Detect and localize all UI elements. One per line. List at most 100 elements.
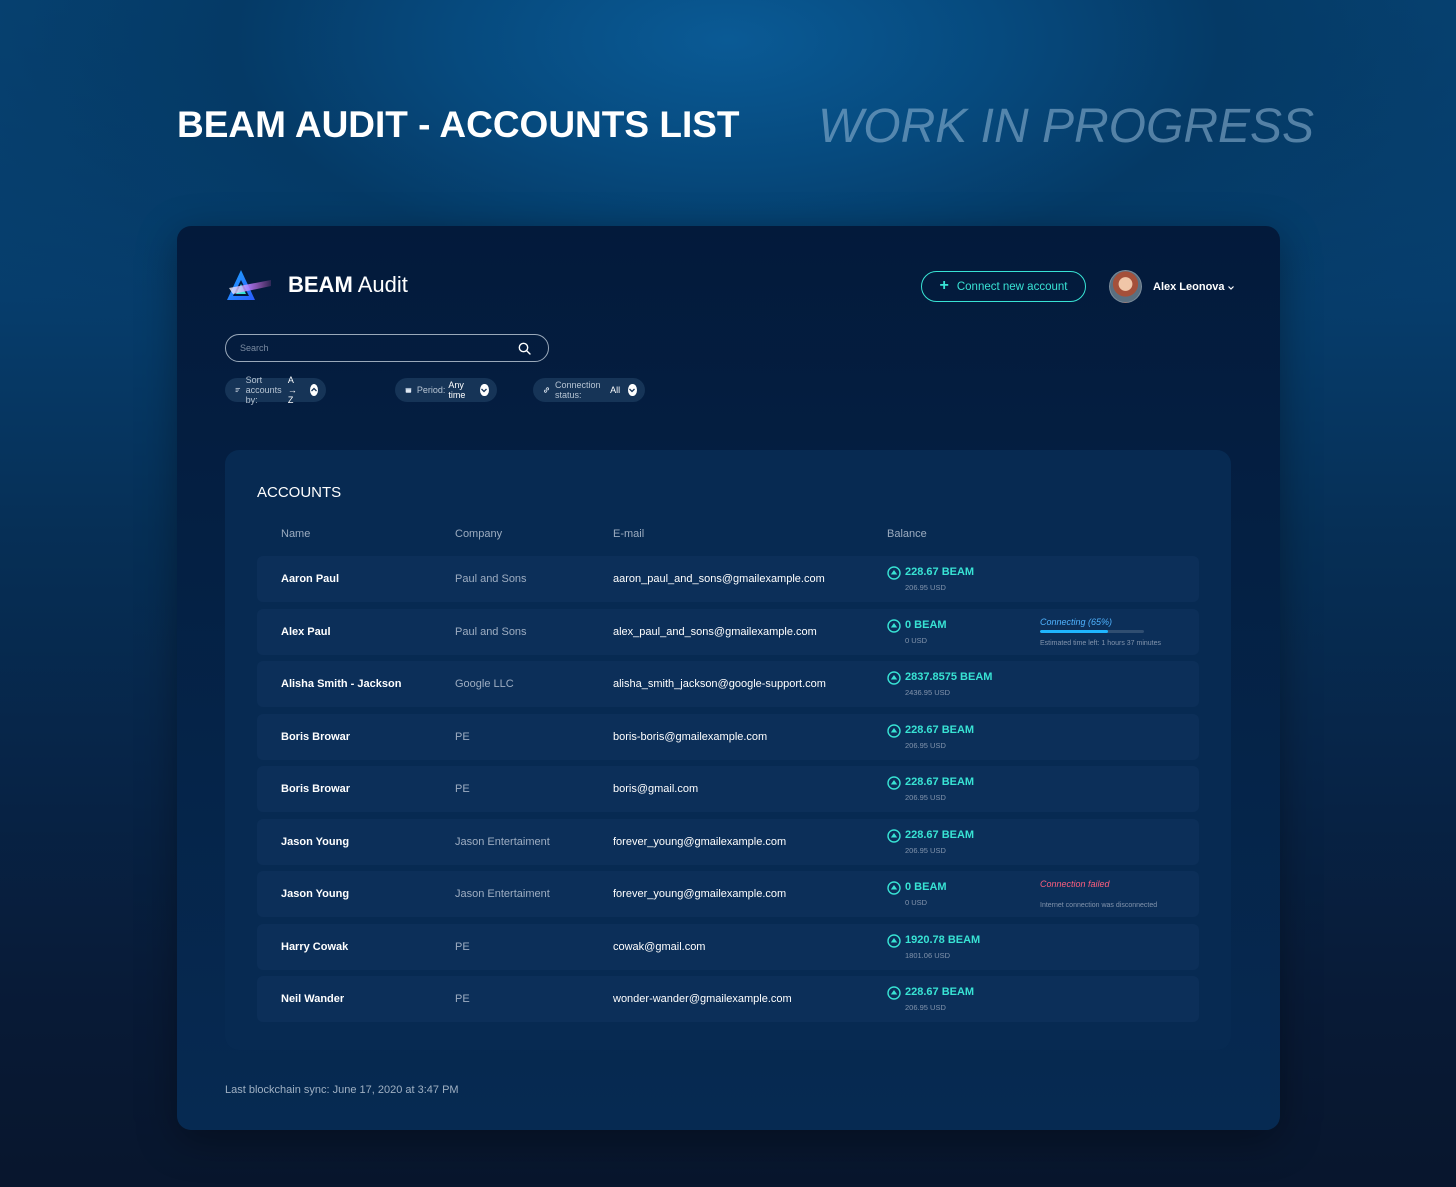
account-email: forever_young@gmailexample.com (613, 835, 787, 848)
account-name: Aaron Paul (281, 573, 340, 585)
account-email: forever_young@gmailexample.com (613, 888, 787, 900)
accounts-panel: ACCOUNTS Name Company E-mail Balance Aar… (225, 450, 1231, 1050)
account-company: PE (455, 783, 470, 795)
account-name: Neil Wander (281, 993, 345, 1005)
balance-beam: 0 BEAM (905, 618, 947, 631)
chevron-down-icon[interactable] (1227, 284, 1235, 292)
table-row[interactable]: Boris Browar PE boris-boris@gmailexample.c… (257, 713, 1199, 760)
balance-usd: 206.95 USD (905, 740, 946, 750)
account-name: Alisha Smith - Jackson (281, 678, 402, 690)
account-company: Jason Entertaiment (455, 888, 550, 900)
brand-name-light: Audit (357, 272, 408, 297)
table-row[interactable]: Harry Cowak PE cowak@gmail.com 1920.78 BEAM… (257, 923, 1199, 970)
beam-coin-icon (887, 671, 901, 685)
account-name: Alex Paul (281, 625, 331, 638)
account-name: Harry Cowak (281, 940, 349, 953)
connection-status-filter-value: All (610, 385, 621, 395)
table-row[interactable]: Jason Young Jason Entertaiment forever_you… (257, 871, 1199, 917)
balance-beam: 0 BEAM (905, 881, 947, 893)
table-row[interactable]: Alisha Smith - Jackson Google LLC alisha_s… (257, 661, 1199, 707)
beam-coin-icon (887, 723, 901, 738)
sort-filter-label: Sort accounts by: (245, 375, 282, 405)
connection-status-note: Internet connection was disconnected (1040, 902, 1158, 909)
account-email: wonder-wander@gmailexample.com (613, 993, 792, 1005)
account-company: Paul and Sons (455, 625, 527, 638)
beam-coin-icon (887, 828, 901, 843)
account-company: PE (455, 993, 470, 1005)
page-title: BEAM AUDIT - ACCOUNTS LIST (177, 104, 740, 145)
connect-new-account-button[interactable]: + Connect new account (921, 271, 1086, 302)
avatar[interactable] (1109, 270, 1142, 303)
balance-beam: 228.67 BEAM (905, 776, 975, 788)
calendar-icon (405, 387, 412, 393)
beam-coin-icon (887, 986, 901, 1000)
beam-logo-icon (227, 270, 271, 300)
sort-icon (235, 387, 241, 393)
account-company: PE (455, 730, 470, 743)
account-company: Paul and Sons (455, 573, 527, 585)
account-name: Jason Young (281, 888, 350, 900)
balance-usd: 206.95 USD (905, 845, 946, 855)
beam-coin-icon (887, 618, 901, 633)
work-in-progress-label: WORK IN PROGRESS (818, 100, 1315, 153)
connection-status-filter-chip[interactable]: Connection status: All (533, 378, 645, 402)
connection-status-title: Connection failed (1040, 879, 1110, 889)
brand-name: BEAM Audit (288, 272, 408, 298)
account-email: alex_paul_and_sons@gmailexample.com (613, 625, 817, 638)
connection-progress-fill (1040, 629, 1108, 633)
account-email: alisha_smith_jackson@google-support.com (613, 678, 826, 690)
beam-coin-icon (887, 566, 901, 580)
balance-usd: 206.95 USD (905, 793, 946, 802)
balance-usd: 206.95 USD (905, 583, 946, 592)
plus-icon: + (939, 276, 949, 294)
period-filter-value: Any time (448, 380, 466, 400)
connection-status-note: Estimated time left: 1 hours 37 minutes (1040, 639, 1161, 647)
table-row[interactable]: Boris Browar PE boris@gmail.com 228.67 BEAM… (257, 766, 1199, 812)
balance-usd: 1801.06 USD (905, 950, 951, 960)
table-row[interactable]: Jason Young Jason Entertaiment forever_you… (257, 818, 1199, 865)
account-company: Jason Entertaiment (455, 835, 550, 848)
table-row[interactable]: Alex Paul Paul and Sons alex_paul_and_sons… (257, 608, 1199, 655)
link-icon (543, 387, 550, 393)
table-row[interactable]: Aaron Paul Paul and Sons aaron_paul_and_so… (257, 556, 1199, 602)
user-name[interactable]: Alex Leonova (1153, 281, 1225, 293)
connection-status-filter-label: Connection status: (555, 380, 601, 400)
balance-usd: 0 USD (905, 635, 928, 645)
chevron-down-icon (480, 384, 489, 396)
sort-filter-chip[interactable]: Sort accounts by: A → Z (225, 375, 327, 405)
app-window: BEAM Audit + Connect new account Alex Le… (177, 226, 1280, 1130)
beam-coin-icon (887, 776, 901, 790)
period-filter-chip[interactable]: Period: Any time (395, 378, 497, 402)
account-name: Jason Young (281, 835, 350, 848)
account-email: aaron_paul_and_sons@gmailexample.com (613, 573, 825, 585)
connection-progress-bar (1040, 629, 1144, 633)
beam-coin-icon (887, 881, 901, 895)
column-header-balance[interactable]: Balance (887, 528, 927, 540)
brand-name-bold: BEAM (288, 272, 353, 297)
column-header-name[interactable]: Name (281, 528, 310, 540)
balance-beam: 1920.78 BEAM (905, 933, 981, 946)
account-email: boris-boris@gmailexample.com (613, 730, 768, 743)
period-filter-label: Period: (416, 385, 446, 395)
balance-usd: 2436.95 USD (905, 688, 951, 697)
accounts-title: ACCOUNTS (257, 484, 342, 501)
account-name: Boris Browar (281, 783, 351, 795)
balance-beam: 228.67 BEAM (905, 566, 975, 578)
column-header-email[interactable]: E-mail (613, 528, 644, 540)
balance-beam: 228.67 BEAM (905, 986, 975, 998)
balance-usd: 0 USD (905, 898, 928, 907)
account-name: Boris Browar (281, 730, 351, 743)
chevron-down-icon (628, 384, 637, 396)
search-icon[interactable] (518, 342, 531, 355)
connection-status-title: Connecting (65%) (1040, 616, 1113, 627)
table-row[interactable]: Neil Wander PE wonder-wander@gmailexample.… (257, 976, 1199, 1022)
chevron-up-icon (310, 384, 319, 396)
balance-usd: 206.95 USD (905, 1003, 946, 1012)
sort-filter-value: A → Z (287, 375, 297, 405)
balance-beam: 228.67 BEAM (905, 828, 975, 841)
last-sync-text: Last blockchain sync: June 17, 2020 at 3… (225, 1084, 459, 1096)
search-input[interactable] (240, 340, 500, 356)
balance-beam: 2837.8575 BEAM (905, 671, 993, 683)
column-header-company[interactable]: Company (455, 528, 502, 540)
account-email: cowak@gmail.com (613, 940, 706, 953)
